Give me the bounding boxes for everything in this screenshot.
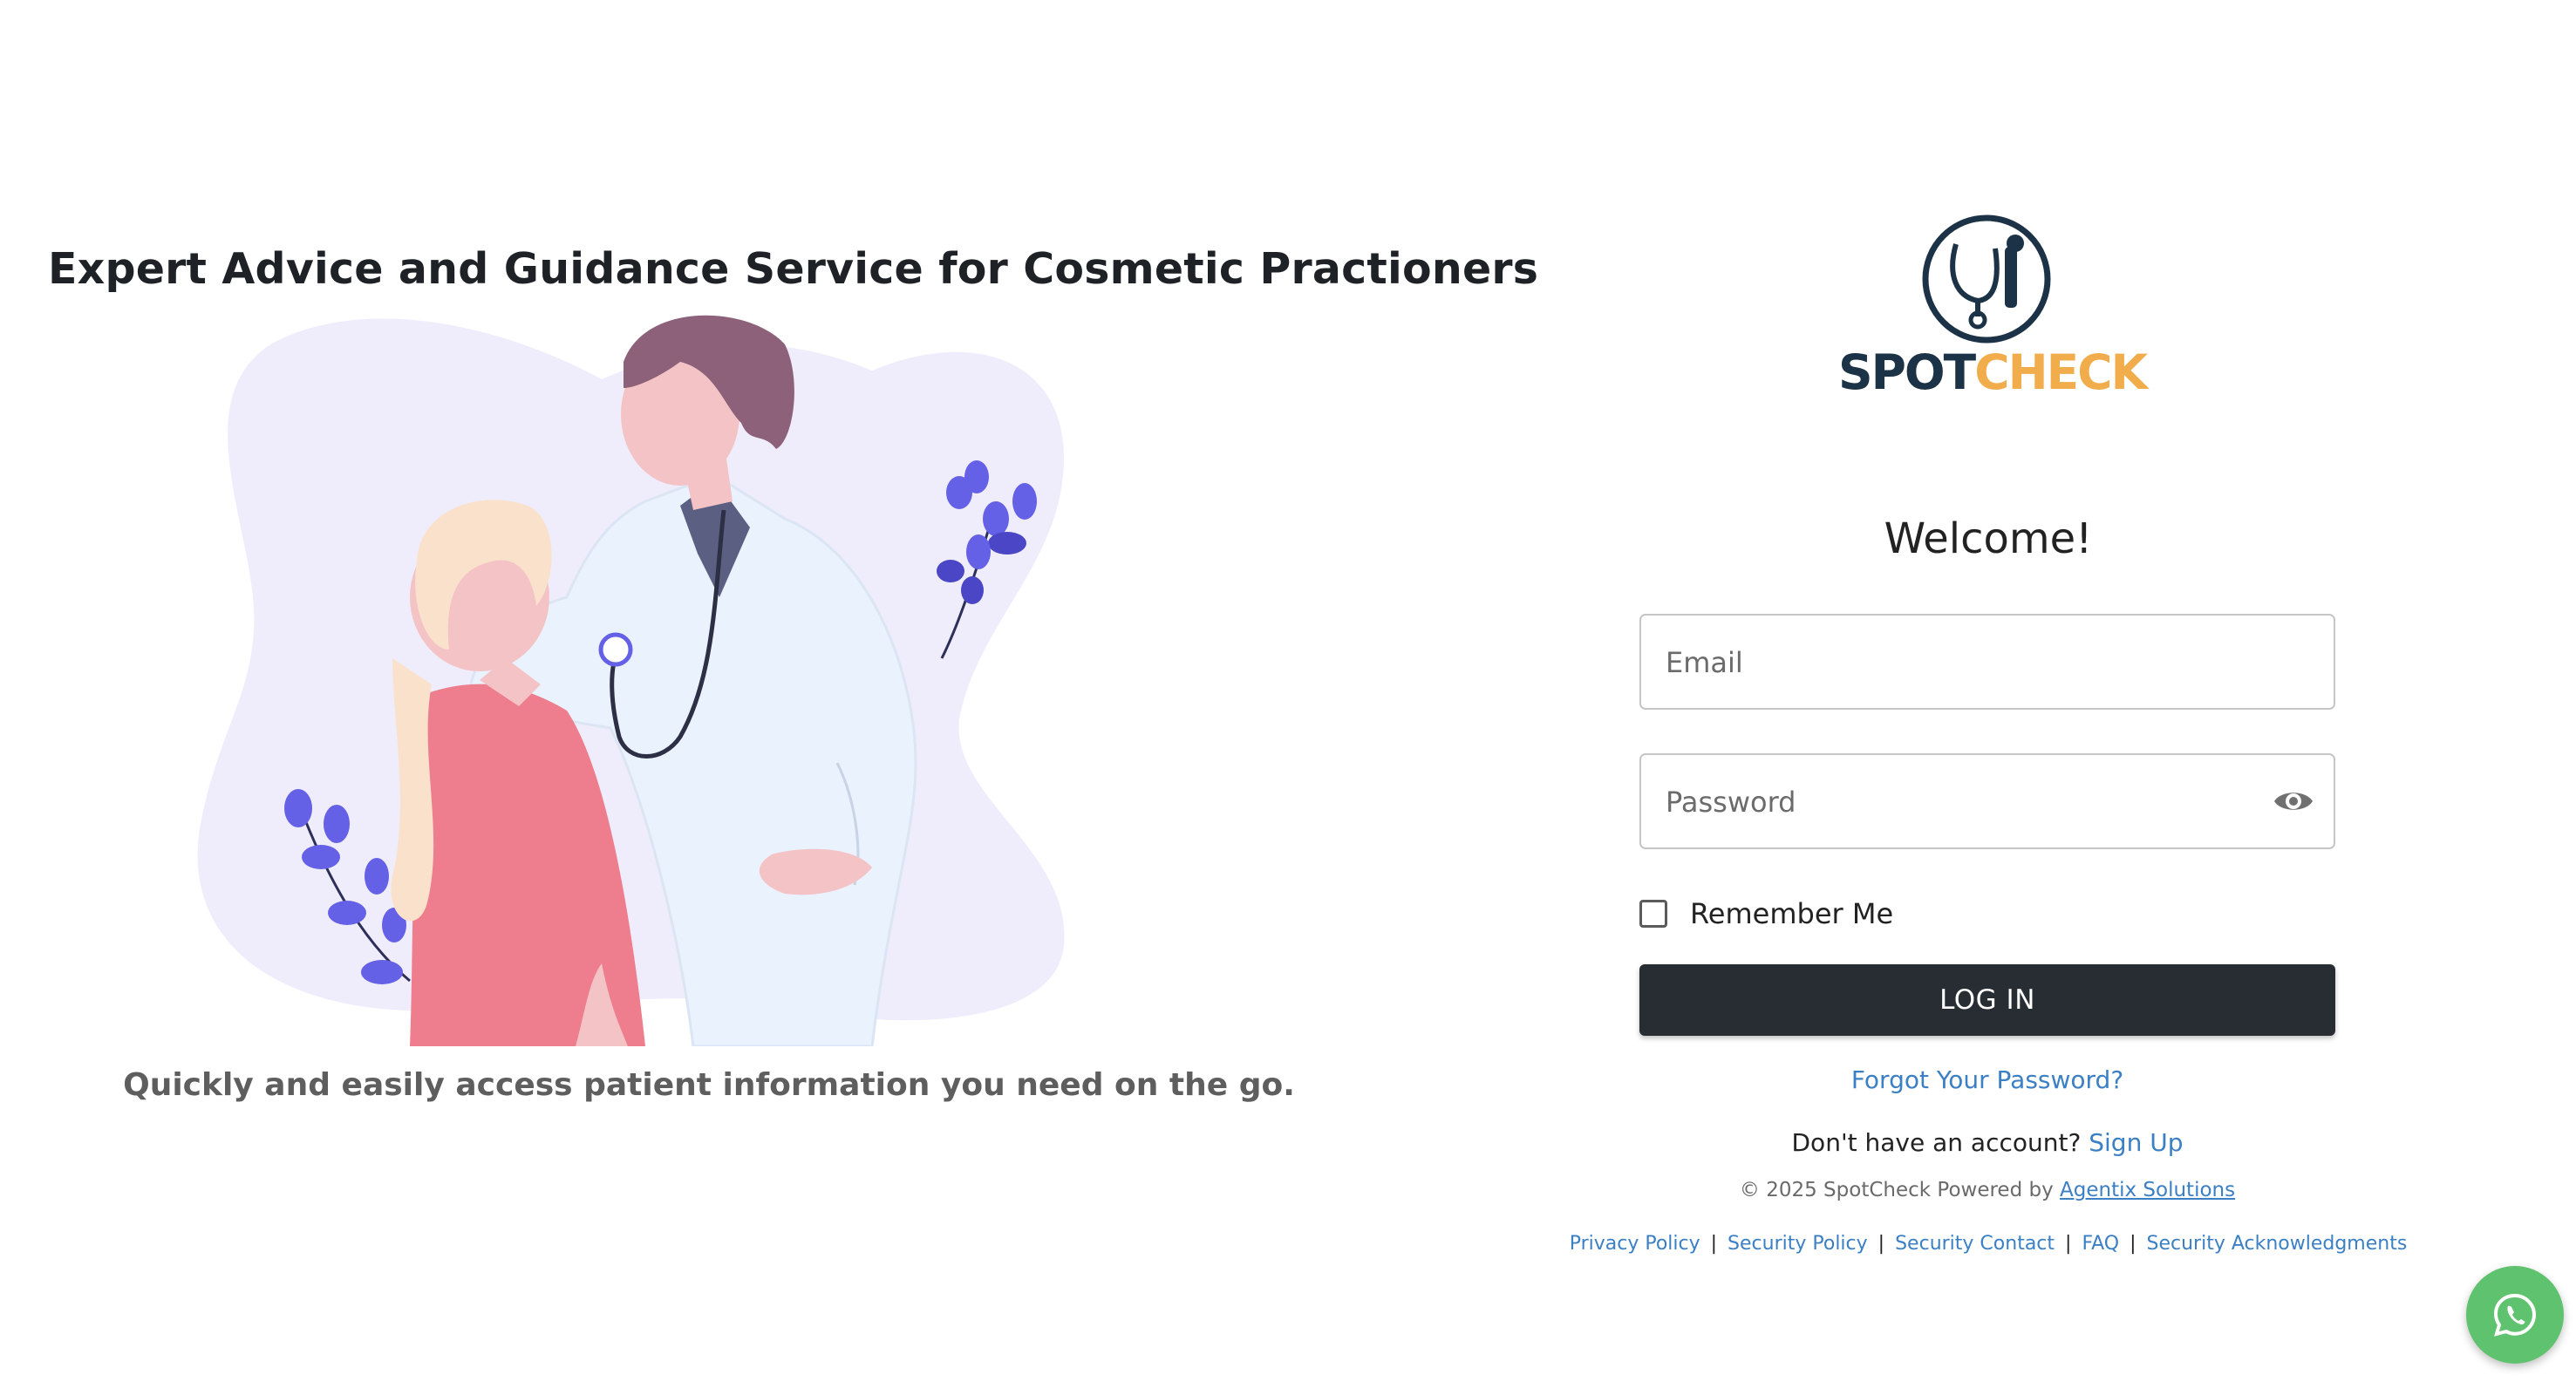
copyright-line: © 2025 SpotCheck Powered by Agentix Solu…: [1639, 1179, 2335, 1201]
agentix-solutions-link[interactable]: Agentix Solutions: [2060, 1179, 2235, 1201]
doctor-patient-illustration: [197, 315, 1065, 1046]
spotcheck-wordmark: SPOTCHECK: [1838, 344, 2148, 400]
email-input[interactable]: [1664, 616, 2260, 710]
security-policy-link[interactable]: Security Policy: [1728, 1233, 1868, 1255]
remember-me-label: Remember Me: [1690, 897, 1894, 930]
login-button[interactable]: LOG IN: [1639, 964, 2335, 1036]
email-field-box[interactable]: [1639, 614, 2335, 710]
signup-link[interactable]: Sign Up: [2089, 1128, 2183, 1157]
page-headline: Expert Advice and Guidance Service for C…: [48, 244, 1539, 294]
eye-icon[interactable]: [2273, 786, 2314, 816]
footer-links: Privacy Policy | Security Policy | Security …: [1552, 1233, 2424, 1255]
whatsapp-chat-button[interactable]: [2466, 1266, 2564, 1364]
separator: |: [2065, 1233, 2072, 1255]
password-field-box[interactable]: [1639, 753, 2335, 849]
copyright-text: © 2025 SpotCheck Powered by: [1739, 1179, 2054, 1201]
forgot-password-link[interactable]: Forgot Your Password?: [1639, 1065, 2335, 1094]
welcome-heading: Welcome!: [1884, 514, 2093, 563]
spotcheck-logo: SPOTCHECK: [1838, 214, 2148, 405]
separator: |: [1710, 1233, 1718, 1255]
remember-me-row[interactable]: Remember Me: [1639, 896, 1893, 931]
password-input[interactable]: [1664, 755, 2260, 849]
signup-row: Don't have an account? Sign Up: [1639, 1128, 2335, 1157]
faq-link[interactable]: FAQ: [2082, 1233, 2119, 1255]
page-subheadline: Quickly and easily access patient inform…: [123, 1067, 1295, 1103]
no-account-text: Don't have an account?: [1791, 1128, 2082, 1157]
security-contact-link[interactable]: Security Contact: [1895, 1233, 2055, 1255]
security-acknowledgments-link[interactable]: Security Acknowledgments: [2147, 1233, 2408, 1255]
whatsapp-icon: [2493, 1293, 2537, 1337]
separator: |: [2130, 1233, 2136, 1255]
remember-me-checkbox[interactable]: [1639, 900, 1667, 928]
stethoscope-logo-icon: [1922, 214, 2051, 344]
separator: |: [1877, 1233, 1885, 1255]
privacy-policy-link[interactable]: Privacy Policy: [1570, 1233, 1700, 1255]
